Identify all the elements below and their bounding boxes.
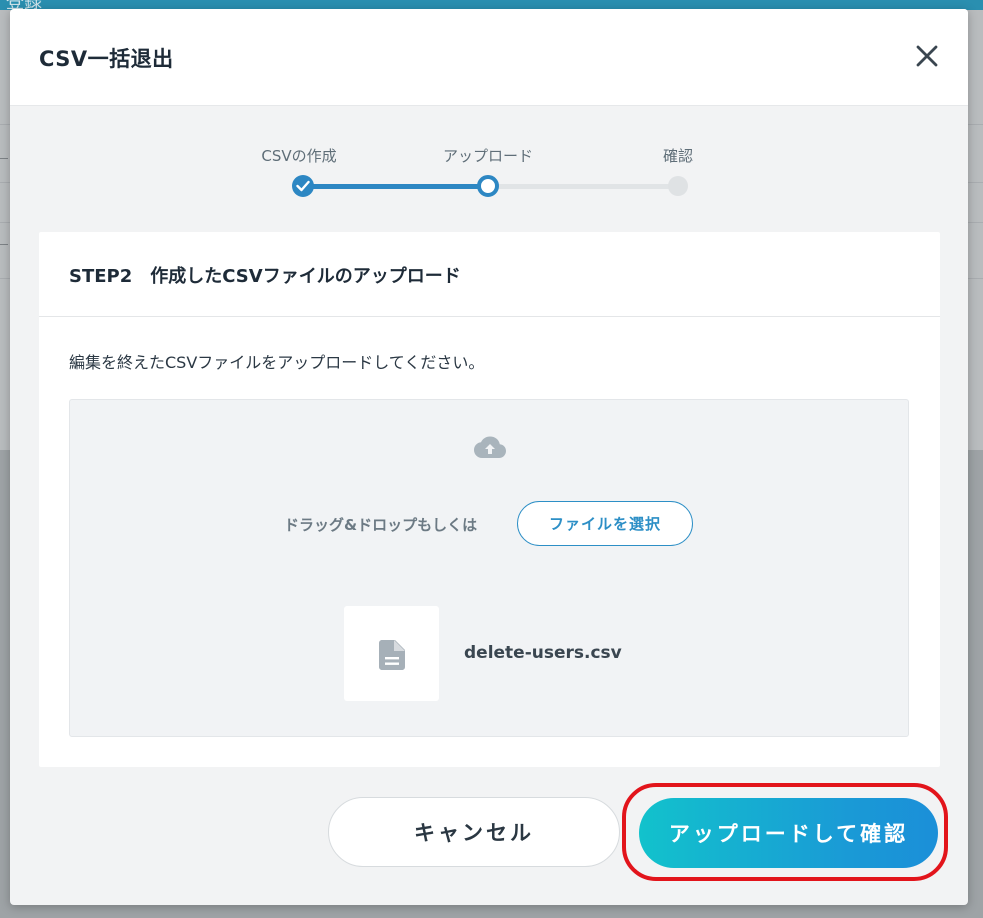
step-dot-pending — [668, 176, 688, 196]
background-tick — [0, 244, 8, 245]
cancel-button[interactable]: キャンセル — [328, 797, 620, 867]
csv-bulk-exit-dialog: CSV一括退出 CSVの作成 アップロード 確認 STEP2 作成したCSVファ… — [10, 9, 968, 905]
upload-card: STEP2 作成したCSVファイルのアップロード 編集を終えたCSVファイルをア… — [39, 232, 940, 767]
step-label-upload: アップロード — [442, 147, 534, 165]
step-label-create-csv: CSVの作成 — [261, 147, 337, 165]
card-title: STEP2 作成したCSVファイルのアップロード — [69, 266, 461, 287]
modal-title: CSV一括退出 — [39, 47, 174, 71]
uploaded-file-name: delete-users.csv — [464, 643, 622, 663]
cloud-upload-icon — [474, 436, 506, 458]
step-track-remaining — [488, 184, 678, 189]
checkmark-icon — [296, 180, 310, 192]
upload-and-confirm-button[interactable]: アップロードして確認 — [639, 798, 938, 868]
choose-file-button[interactable]: ファイルを選択 — [517, 501, 693, 546]
document-icon — [379, 640, 405, 670]
file-thumbnail — [344, 606, 439, 701]
progress-stepper: CSVの作成 アップロード 確認 — [10, 139, 968, 209]
modal-header: CSV一括退出 — [10, 9, 968, 106]
card-description: 編集を終えたCSVファイルをアップロードしてください。 — [69, 353, 485, 372]
file-dropzone[interactable]: ドラッグ&ドロップもしくは ファイルを選択 delete-users.csv — [69, 399, 909, 737]
step-dot-current — [477, 175, 499, 197]
step-label-confirm: 確認 — [662, 147, 694, 165]
background-tick — [0, 158, 8, 159]
step-dot-completed — [292, 175, 314, 197]
drop-prompt: ドラッグ&ドロップもしくは — [284, 516, 478, 534]
card-header: STEP2 作成したCSVファイルのアップロード — [39, 232, 940, 317]
step-track-completed — [303, 184, 488, 189]
close-button[interactable] — [912, 41, 942, 71]
close-icon — [916, 45, 938, 67]
